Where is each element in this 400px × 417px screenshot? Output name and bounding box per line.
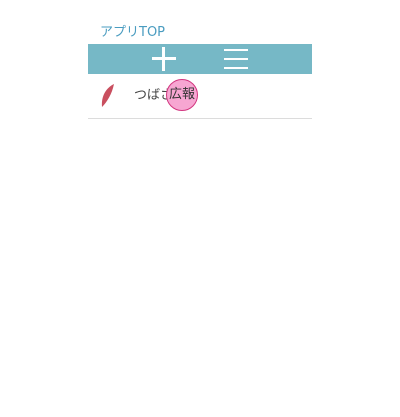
app-page: アプリTOP つばさ 広報 [0, 0, 400, 417]
status-badge: 広報 [166, 79, 198, 111]
app-top-link[interactable]: アプリTOP [100, 24, 165, 42]
hamburger-menu-icon[interactable] [223, 46, 249, 72]
menu-line [224, 67, 248, 69]
toolbar [88, 44, 312, 74]
menu-line [224, 58, 248, 60]
feather-icon [101, 84, 114, 107]
list-item[interactable]: つばさ 広報 [88, 74, 312, 119]
menu-line [224, 49, 248, 51]
plus-icon[interactable] [151, 46, 177, 72]
